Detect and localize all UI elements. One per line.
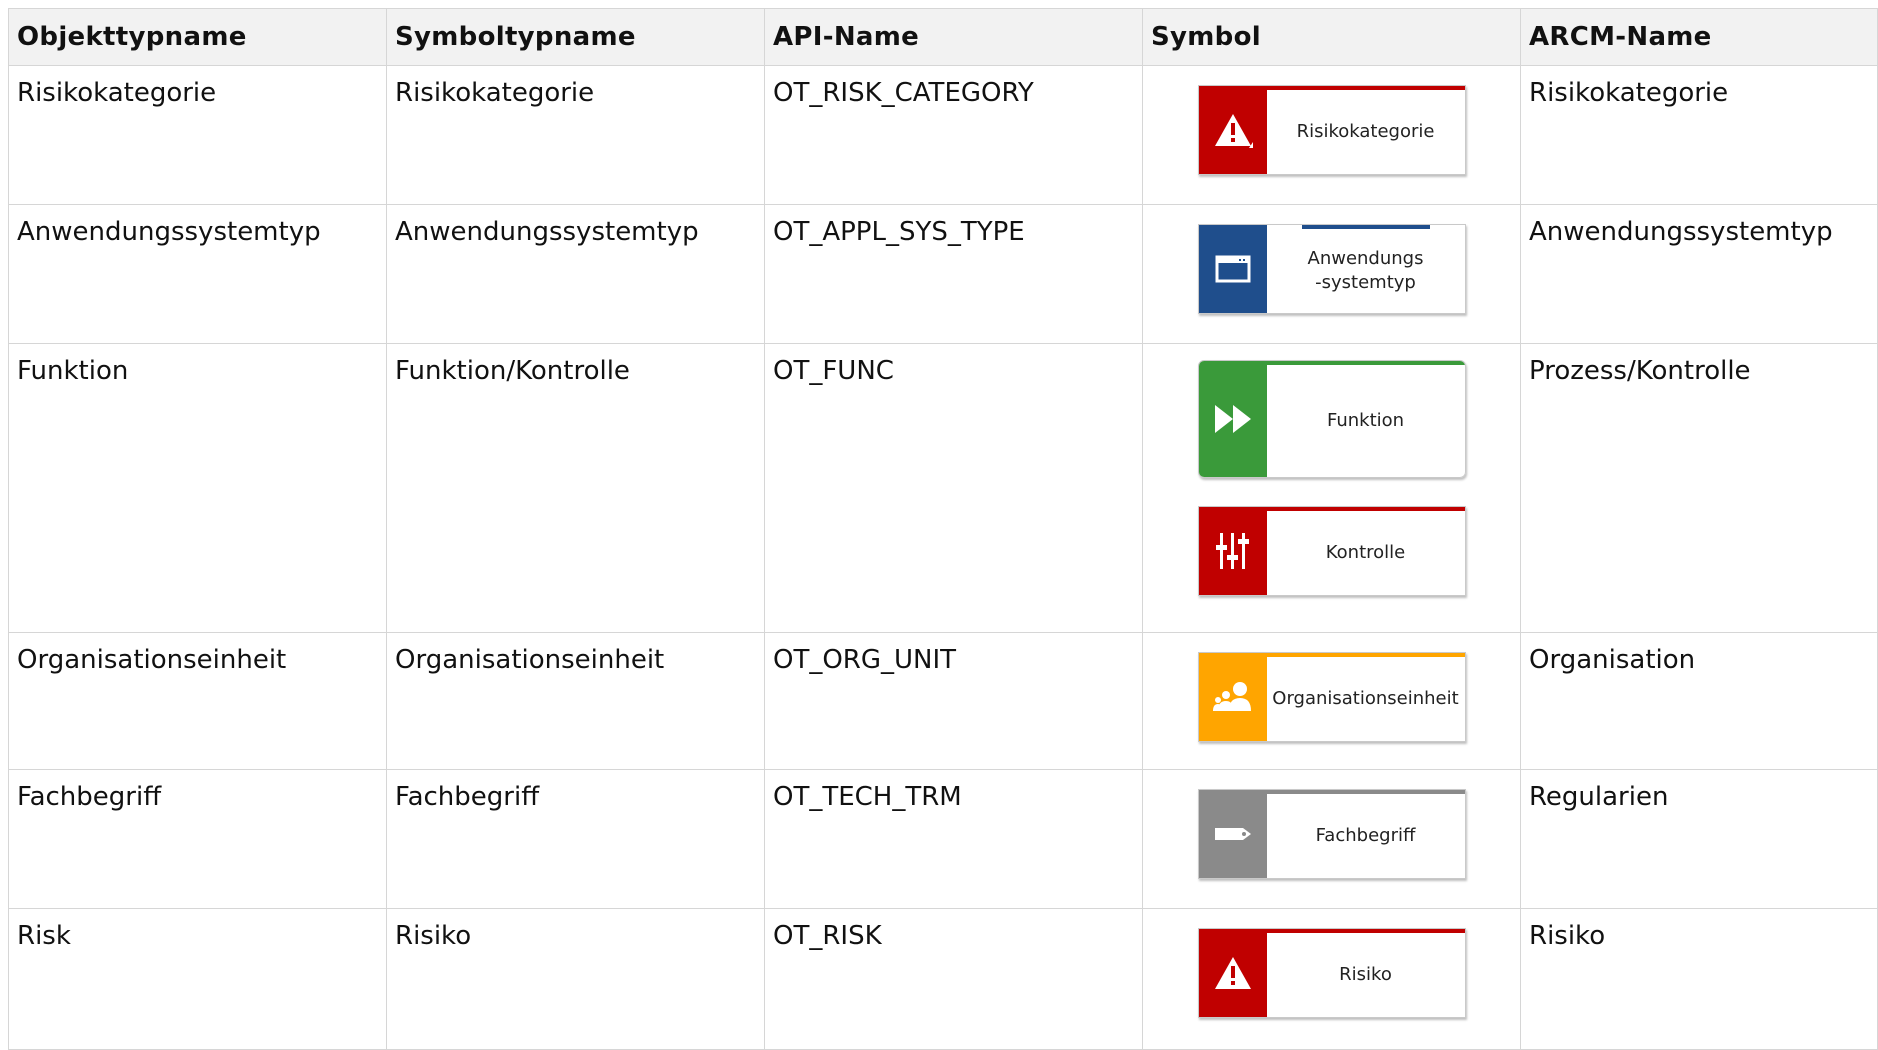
- cell-symboltyp: Risikokategorie: [386, 65, 765, 205]
- cell-symbol: Funktion Kontrolle: [1142, 343, 1521, 633]
- cell-symbol: Risiko: [1142, 908, 1521, 1050]
- cell-objekttyp: Organisationseinheit: [8, 632, 387, 770]
- cell-symboltyp: Organisationseinheit: [386, 632, 765, 770]
- cell-api-name: OT_APPL_SYS_TYPE: [764, 204, 1143, 344]
- cell-arcm-name: Organisation: [1520, 632, 1878, 770]
- cell-objekttyp: Risk: [8, 908, 387, 1050]
- cell-api-name: OT_TECH_TRM: [764, 769, 1143, 909]
- cell-api-name: OT_RISK_CATEGORY: [764, 65, 1143, 205]
- symbol-risiko: Risiko: [1197, 928, 1466, 1018]
- symbol-label: Fachbegriff: [1266, 790, 1465, 878]
- header-objekttypname: Objekttypname: [8, 8, 387, 66]
- people-icon: [1198, 653, 1267, 741]
- symbol-label: Anwendungs-systemtyp: [1301, 225, 1430, 313]
- cell-symbol: Fachbegriff: [1142, 769, 1521, 909]
- application-window-icon: [1198, 225, 1267, 313]
- table-row: Organisationseinheit Organisationseinhei…: [8, 632, 1878, 770]
- cell-api-name: OT_ORG_UNIT: [764, 632, 1143, 770]
- cell-symbol: Risikokategorie: [1142, 65, 1521, 205]
- object-type-table: Objekttypname Symboltypname API-Name Sym…: [8, 8, 1878, 1050]
- cell-objekttyp: Fachbegriff: [8, 769, 387, 909]
- table-row: Anwendungssystemtyp Anwendungssystemtyp …: [8, 204, 1878, 344]
- cell-arcm-name: Anwendungssystemtyp: [1520, 204, 1878, 344]
- warning-triangle-icon: [1198, 929, 1267, 1017]
- cell-arcm-name: Risiko: [1520, 908, 1878, 1050]
- symbol-fachbegriff: Fachbegriff: [1197, 789, 1466, 879]
- cell-objekttyp: Risikokategorie: [8, 65, 387, 205]
- tag-icon: [1198, 790, 1267, 878]
- header-symbol: Symbol: [1142, 8, 1521, 66]
- symbol-risikokategorie: Risikokategorie: [1197, 85, 1466, 175]
- warning-triangle-icon: [1198, 86, 1267, 174]
- symbol-label: Risikokategorie: [1266, 86, 1465, 174]
- table-row: Risk Risiko OT_RISK Risiko Risiko: [8, 908, 1878, 1050]
- cell-api-name: OT_RISK: [764, 908, 1143, 1050]
- header-symboltypname: Symboltypname: [386, 8, 765, 66]
- sliders-icon: [1198, 507, 1267, 595]
- cell-symbol: Organisationseinheit: [1142, 632, 1521, 770]
- fast-forward-icon: [1198, 361, 1267, 477]
- cell-objekttyp: Funktion: [8, 343, 387, 633]
- header-row: Objekttypname Symboltypname API-Name Sym…: [8, 8, 1878, 66]
- cell-symboltyp: Fachbegriff: [386, 769, 765, 909]
- symbol-kontrolle: Kontrolle: [1197, 506, 1466, 596]
- table-row: Fachbegriff Fachbegriff OT_TECH_TRM Fach…: [8, 769, 1878, 909]
- symbol-organisationseinheit: Organisationseinheit: [1197, 652, 1466, 742]
- symbol-anwendungssystemtyp: Anwendungs-systemtyp: [1197, 224, 1466, 314]
- cell-arcm-name: Regularien: [1520, 769, 1878, 909]
- cell-symbol: Anwendungs-systemtyp: [1142, 204, 1521, 344]
- symbol-label: Kontrolle: [1266, 507, 1465, 595]
- table-row: Funktion Funktion/Kontrolle OT_FUNC Funk…: [8, 343, 1878, 633]
- symbol-label: Organisationseinheit: [1266, 653, 1465, 741]
- symbol-funktion: Funktion: [1197, 360, 1466, 478]
- symbol-label: Funktion: [1266, 361, 1465, 477]
- cell-symboltyp: Funktion/Kontrolle: [386, 343, 765, 633]
- cell-api-name: OT_FUNC: [764, 343, 1143, 633]
- header-api-name: API-Name: [764, 8, 1143, 66]
- header-arcm-name: ARCM-Name: [1520, 8, 1878, 66]
- cell-symboltyp: Anwendungssystemtyp: [386, 204, 765, 344]
- cell-arcm-name: Risikokategorie: [1520, 65, 1878, 205]
- table-row: Risikokategorie Risikokategorie OT_RISK_…: [8, 65, 1878, 205]
- symbol-label: Risiko: [1266, 929, 1465, 1017]
- cell-arcm-name: Prozess/Kontrolle: [1520, 343, 1878, 633]
- cell-symboltyp: Risiko: [386, 908, 765, 1050]
- cell-objekttyp: Anwendungssystemtyp: [8, 204, 387, 344]
